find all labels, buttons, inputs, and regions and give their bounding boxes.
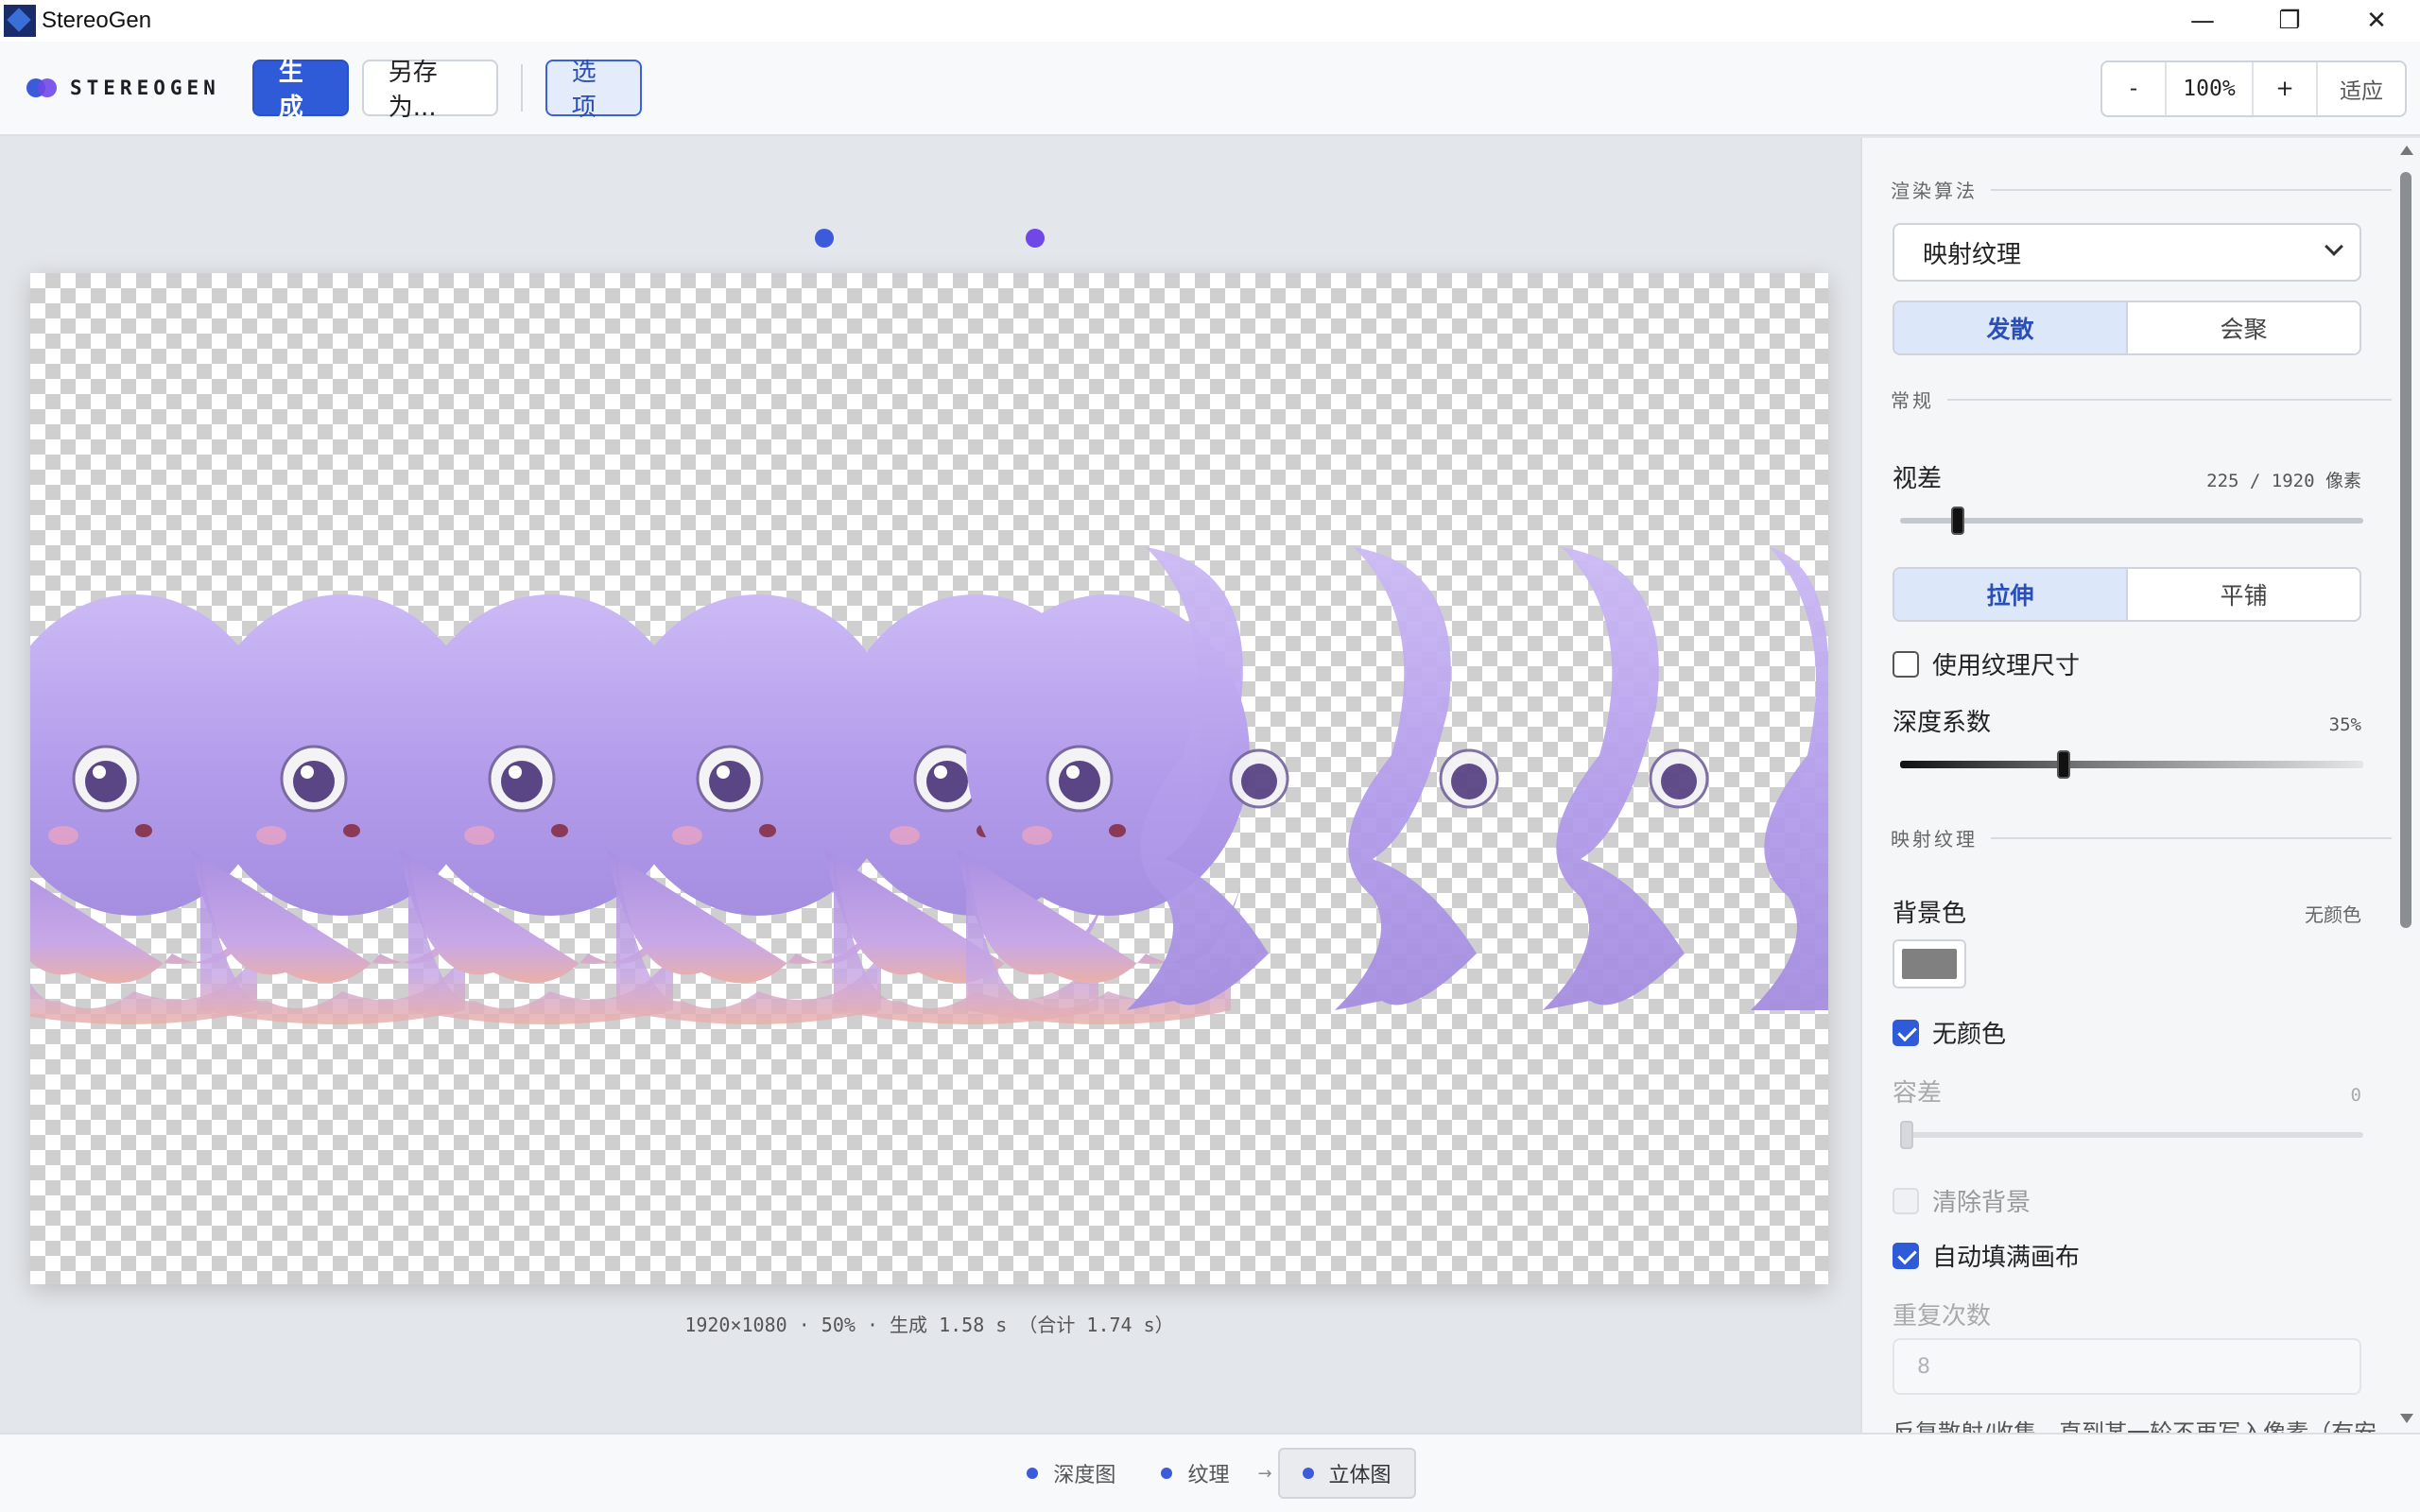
parallax-value: 225 / 1920 像素 bbox=[2206, 471, 2361, 491]
step-texture[interactable]: 纹理 bbox=[1138, 1448, 1252, 1499]
app-icon bbox=[4, 5, 36, 37]
background-value: 无颜色 bbox=[2305, 903, 2361, 926]
eye-mode-converge[interactable]: 会聚 bbox=[2126, 302, 2360, 353]
left-eye-guide-dot bbox=[815, 229, 834, 248]
use-texture-size-checkbox[interactable] bbox=[1893, 650, 1919, 678]
step-dot-icon bbox=[1161, 1468, 1173, 1479]
right-eye-guide-dot bbox=[1026, 229, 1045, 248]
section-header-render: 渲染算法 bbox=[1891, 176, 2392, 203]
zoom-in-button[interactable]: + bbox=[2254, 62, 2318, 115]
logo-icon bbox=[25, 78, 59, 97]
generate-button[interactable]: 生成 bbox=[251, 59, 349, 122]
parallax-slider[interactable] bbox=[1900, 507, 2363, 535]
step-label: 深度图 bbox=[1053, 1464, 1116, 1487]
tolerance-row: 容差 0 bbox=[1893, 1074, 2361, 1108]
slider-track bbox=[1900, 518, 2363, 524]
background-row: 背景色 无颜色 bbox=[1893, 894, 2361, 929]
clear-background-checkbox[interactable] bbox=[1893, 1187, 1919, 1214]
save-as-button[interactable]: 另存为... bbox=[361, 59, 498, 122]
slider-thumb[interactable] bbox=[2057, 750, 2070, 779]
auto-fill-option[interactable]: 自动填满画布 bbox=[1893, 1238, 2080, 1273]
use-texture-size-option[interactable]: 使用纹理尺寸 bbox=[1893, 646, 2080, 681]
depth-row: 深度系数 35% bbox=[1893, 703, 2361, 738]
tolerance-slider[interactable] bbox=[1900, 1121, 2363, 1149]
background-color-picker[interactable] bbox=[1893, 939, 1966, 988]
toolbar-divider bbox=[520, 64, 523, 112]
toolbar: STEREOGEN 生成 另存为... 选项 - 100% + 适应 bbox=[0, 42, 2420, 136]
zoom-fit-button[interactable]: 适应 bbox=[2318, 62, 2405, 115]
pipeline-steps: 深度图 纹理 → 立体图 bbox=[0, 1433, 2420, 1512]
eye-mode-toggle: 发散 会聚 bbox=[1893, 301, 2361, 355]
step-depth-map[interactable]: 深度图 bbox=[1004, 1448, 1138, 1499]
zoom-controls: - 100% + 适应 bbox=[2100, 60, 2407, 117]
step-label: 纹理 bbox=[1187, 1464, 1230, 1487]
section-header-general: 常规 bbox=[1891, 386, 2392, 413]
zoom-out-button[interactable]: - bbox=[2102, 62, 2167, 115]
auto-fill-checkbox[interactable] bbox=[1893, 1242, 1919, 1269]
stereogram-image[interactable] bbox=[30, 273, 1828, 1284]
maximize-button[interactable]: ❐ bbox=[2246, 0, 2333, 42]
repeat-row: 重复次数 bbox=[1893, 1297, 2361, 1332]
slider-thumb[interactable] bbox=[1951, 507, 1964, 535]
logo-text: STEREOGEN bbox=[70, 77, 220, 99]
algorithm-select[interactable]: 映射纹理 bbox=[1893, 223, 2361, 282]
section-title: 映射纹理 bbox=[1891, 828, 1978, 850]
step-stereogram[interactable]: 立体图 bbox=[1277, 1448, 1416, 1499]
octopus-stereogram-picture bbox=[30, 547, 1828, 1026]
canvas-area: 1920×1080 · 50% · 生成 1.58 s （合计 1.74 s） bbox=[0, 138, 1858, 1433]
slider-track bbox=[1900, 1132, 2363, 1138]
eye-mode-diverge[interactable]: 发散 bbox=[1894, 302, 2126, 353]
no-color-option[interactable]: 无颜色 bbox=[1893, 1015, 2006, 1050]
title-bar: StereoGen — ❐ ✕ bbox=[0, 0, 2420, 42]
section-header-map-texture: 映射纹理 bbox=[1891, 824, 2392, 851]
tolerance-value: 0 bbox=[2350, 1085, 2361, 1106]
no-color-label: 无颜色 bbox=[1932, 1021, 2007, 1049]
section-title: 渲染算法 bbox=[1891, 180, 1978, 202]
fill-mode-stretch[interactable]: 拉伸 bbox=[1894, 569, 2126, 620]
minimize-button[interactable]: — bbox=[2159, 0, 2246, 42]
sidebar-scrollbar[interactable] bbox=[2395, 138, 2416, 1433]
repeat-label: 重复次数 bbox=[1893, 1302, 1992, 1331]
repeat-count-input[interactable]: 8 bbox=[1893, 1338, 2361, 1395]
window-controls: — ❐ ✕ bbox=[2159, 0, 2420, 42]
clear-background-label: 清除背景 bbox=[1932, 1189, 2031, 1217]
zoom-level: 100% bbox=[2167, 62, 2254, 115]
section-title: 常规 bbox=[1891, 389, 1934, 412]
color-swatch-fill bbox=[1902, 949, 1957, 979]
no-color-checkbox[interactable] bbox=[1893, 1019, 1919, 1046]
parallax-label: 视差 bbox=[1893, 465, 1943, 493]
logo: STEREOGEN bbox=[25, 77, 220, 99]
arrow-right-icon: → bbox=[1257, 1463, 1272, 1484]
repeat-help-text: 反复散射/收集，直到某一轮不再写入像素（有安 bbox=[1893, 1419, 2377, 1433]
options-sidebar: 渲染算法 映射纹理 发散 会聚 常规 视差 225 / 1920 像素 拉伸 平… bbox=[1860, 138, 2420, 1433]
clear-background-option[interactable]: 清除背景 bbox=[1893, 1183, 2031, 1218]
step-label: 立体图 bbox=[1328, 1464, 1392, 1487]
use-texture-size-label: 使用纹理尺寸 bbox=[1932, 652, 2081, 680]
step-dot-icon bbox=[1027, 1468, 1039, 1479]
scroll-up-icon[interactable] bbox=[2400, 146, 2413, 155]
auto-fill-label: 自动填满画布 bbox=[1932, 1244, 2081, 1272]
depth-slider[interactable] bbox=[1900, 750, 2363, 779]
repeat-count-value: 8 bbox=[1917, 1354, 1930, 1379]
depth-label: 深度系数 bbox=[1893, 709, 1992, 737]
scroll-down-icon[interactable] bbox=[2400, 1414, 2413, 1423]
depth-value: 35% bbox=[2328, 714, 2361, 735]
scrollbar-thumb[interactable] bbox=[2400, 172, 2411, 928]
options-button[interactable]: 选项 bbox=[544, 59, 642, 122]
fill-mode-toggle: 拉伸 平铺 bbox=[1893, 567, 2361, 622]
render-status: 1920×1080 · 50% · 生成 1.58 s （合计 1.74 s） bbox=[684, 1314, 1174, 1336]
chevron-down-icon bbox=[2325, 237, 2343, 256]
parallax-row: 视差 225 / 1920 像素 bbox=[1893, 459, 2361, 494]
background-label: 背景色 bbox=[1893, 900, 1967, 928]
slider-thumb[interactable] bbox=[1900, 1121, 1913, 1149]
step-dot-icon bbox=[1302, 1468, 1314, 1479]
tolerance-label: 容差 bbox=[1893, 1079, 1943, 1108]
algorithm-select-value: 映射纹理 bbox=[1923, 240, 2022, 269]
close-button[interactable]: ✕ bbox=[2333, 0, 2420, 42]
window-title: StereoGen bbox=[42, 8, 152, 33]
slider-track bbox=[1900, 761, 2363, 768]
fill-mode-tile[interactable]: 平铺 bbox=[2126, 569, 2360, 620]
